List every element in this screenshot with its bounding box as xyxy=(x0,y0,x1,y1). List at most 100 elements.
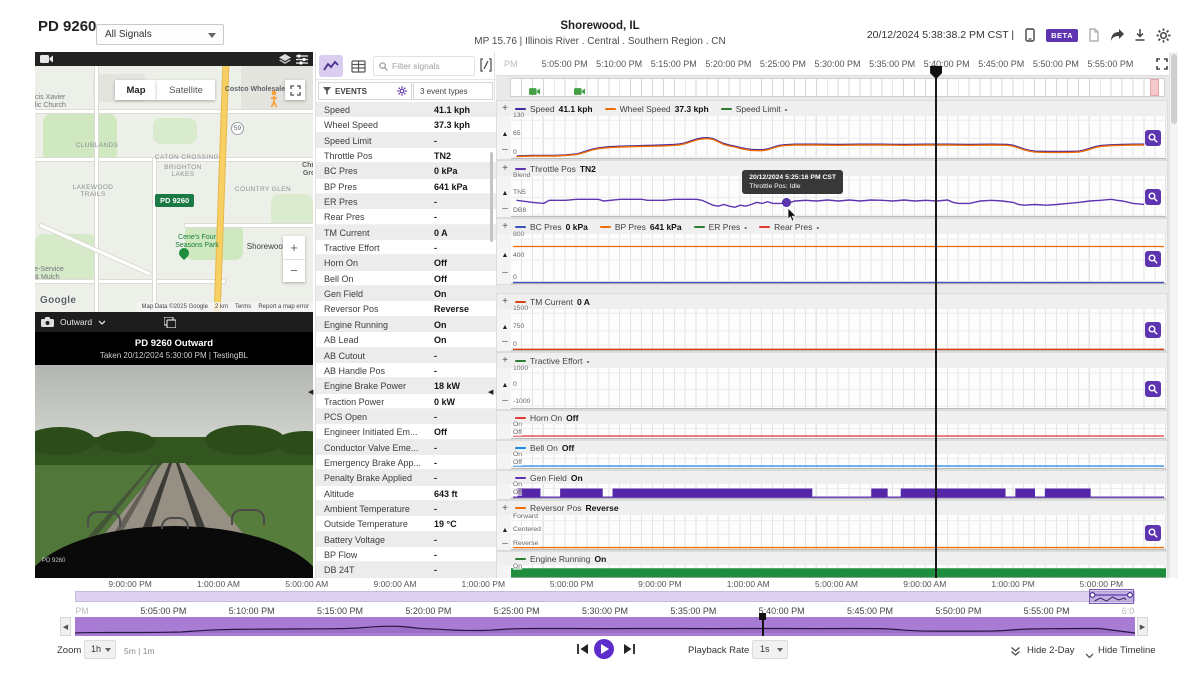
signal-row[interactable]: Battery Voltage - xyxy=(316,531,496,547)
google-map[interactable]: 59 Costco WholesaleFrancis XavierCatholi… xyxy=(35,66,313,312)
signal-row[interactable]: BP Flow - xyxy=(316,546,496,563)
tune-icon[interactable] xyxy=(296,54,308,65)
chart-pan-handle[interactable]: ▲ xyxy=(500,527,510,534)
chart-pan-handle[interactable]: ▲ xyxy=(500,382,510,389)
chart-plot-speed[interactable]: 130 65 0 xyxy=(511,112,1166,159)
chart-zoom-in-button[interactable]: + xyxy=(500,296,510,307)
camera-view-selector[interactable]: Outward xyxy=(60,317,92,327)
signal-row[interactable]: Altitude 643 ft xyxy=(316,485,496,501)
legend-item[interactable]: Wheel Speed 37.3 kph xyxy=(604,104,709,114)
timeline-scroll-left-button[interactable]: ◀ xyxy=(60,617,71,636)
sub-zoom-options[interactable]: 5m | 1m xyxy=(124,646,155,656)
signal-row[interactable]: BP Pres 641 kPa xyxy=(316,178,496,195)
chart-plot-pressures[interactable]: 800 400 0 xyxy=(511,231,1166,284)
chart-view-button[interactable] xyxy=(319,55,343,77)
charts-scrollbar[interactable] xyxy=(1169,52,1178,578)
signal-row[interactable]: Engine Running On xyxy=(316,316,496,333)
chart-zoom-in-button[interactable]: + xyxy=(500,503,510,514)
filter-signals-input[interactable]: Filter signals xyxy=(373,56,475,76)
chart-magnifier-button[interactable] xyxy=(1145,380,1161,397)
signal-row[interactable]: BC Pres 0 kPa xyxy=(316,163,496,179)
map-view-button[interactable]: Map xyxy=(115,80,157,100)
chart-pan-handle[interactable]: ▲ xyxy=(500,131,510,138)
signal-row[interactable]: Ambient Temperature - xyxy=(316,500,496,517)
signal-row[interactable]: Rear Pres - xyxy=(316,209,496,225)
table-view-button[interactable] xyxy=(346,55,370,77)
signal-row[interactable]: Throttle Pos TN2 xyxy=(316,148,496,164)
legend-item[interactable]: BP Pres 641 kPa xyxy=(599,222,682,232)
video-camera-icon[interactable] xyxy=(40,54,54,64)
playback-rate-select[interactable]: 1s xyxy=(752,640,788,659)
signal-row[interactable]: ER Pres - xyxy=(316,194,496,210)
chart-magnifier-button[interactable] xyxy=(1145,251,1161,267)
hide-timeline-button[interactable]: Hide Timeline xyxy=(1098,645,1156,656)
hide-2day-button[interactable]: Hide 2-Day xyxy=(1027,645,1075,656)
pegman-icon[interactable] xyxy=(269,90,279,113)
signal-row[interactable]: Horn On Off xyxy=(316,255,496,271)
legend-item[interactable]: Speed Limit - xyxy=(720,104,787,114)
signal-row[interactable]: Speed 41.1 kph xyxy=(316,102,496,118)
document-icon[interactable] xyxy=(1087,28,1101,42)
timeline-band[interactable] xyxy=(74,613,1136,636)
events-gear-icon[interactable] xyxy=(397,86,407,96)
chart-plot-tm-current[interactable]: 1500 750 0 xyxy=(511,305,1166,351)
camera-event-icon[interactable] xyxy=(528,83,540,101)
camera-event-icon[interactable] xyxy=(574,83,586,101)
map-terms-link[interactable]: Terms xyxy=(235,304,251,310)
events-filter-box[interactable]: EVENTS xyxy=(318,82,412,100)
chart-plot-reversor[interactable]: Forward Centered Reverse xyxy=(511,512,1166,550)
signal-row[interactable]: Traction Power 0 kW xyxy=(316,393,496,409)
zoom-out-button[interactable]: − xyxy=(283,260,305,283)
chart-zoom-in-button[interactable]: + xyxy=(500,221,510,232)
chart-magnifier-button[interactable] xyxy=(1145,322,1161,338)
signal-row[interactable]: Bell On Off xyxy=(316,270,496,287)
signal-row[interactable]: TM Current 0 A xyxy=(316,224,496,241)
legend-item[interactable]: Reversor Pos Reverse xyxy=(515,503,619,513)
train-position-marker[interactable]: PD 9260 xyxy=(155,194,195,207)
signal-row[interactable]: Conductor Valve Eme... - xyxy=(316,439,496,455)
legend-item[interactable]: Horn On Off xyxy=(515,413,578,423)
alert-event-cell[interactable] xyxy=(1149,79,1159,96)
chart-magnifier-button[interactable] xyxy=(1145,524,1161,541)
signal-row[interactable]: Outside Temperature 19 °C xyxy=(316,516,496,532)
chart-pan-handle[interactable]: ▲ xyxy=(500,252,510,259)
chart-zoom-in-button[interactable]: + xyxy=(500,103,510,114)
signal-row[interactable]: Tractive Effort - xyxy=(316,240,496,256)
chart-pan-handle[interactable]: ▲ xyxy=(500,190,510,197)
chart-pan-handle[interactable]: ▲ xyxy=(500,324,510,331)
share-icon[interactable] xyxy=(1110,28,1124,42)
chart-zoom-out-button[interactable]: – xyxy=(500,538,510,549)
signal-row[interactable]: Speed Limit - xyxy=(316,132,496,149)
chart-zoom-in-button[interactable]: + xyxy=(500,355,510,366)
settings-gear-icon[interactable] xyxy=(1156,28,1171,43)
chart-zoom-out-button[interactable]: – xyxy=(500,144,510,155)
collapse-left-panel-handle[interactable]: ◀ xyxy=(308,388,313,396)
signal-row[interactable]: Engineer Initiated Em... Off xyxy=(316,424,496,440)
play-button[interactable] xyxy=(594,639,614,659)
forward-camera-frame[interactable]: PD 9260 xyxy=(35,365,313,578)
chart-zoom-out-button[interactable]: – xyxy=(500,336,510,347)
signal-row[interactable]: Wheel Speed 37.3 kph xyxy=(316,117,496,133)
chart-plot-bell[interactable]: On Off xyxy=(511,450,1166,469)
legend-item[interactable]: Bell On Off xyxy=(515,443,574,453)
chart-plot-tractive-effort[interactable]: 1000 0 -1000 xyxy=(511,364,1166,409)
signal-row[interactable]: Emergency Brake App... - xyxy=(316,454,496,471)
legend-item[interactable]: BC Pres 0 kPa xyxy=(515,222,588,232)
signal-filter-select[interactable]: All Signals xyxy=(96,24,224,45)
signal-row[interactable]: Penalty Brake Applied - xyxy=(316,470,496,486)
chart-plot-horn[interactable]: On Off xyxy=(511,420,1166,439)
satellite-view-button[interactable]: Satellite xyxy=(157,80,215,100)
signal-row[interactable]: AB Cutout - xyxy=(316,347,496,363)
gallery-icon[interactable] xyxy=(164,316,177,328)
map-fullscreen-button[interactable] xyxy=(285,80,305,100)
legend-item[interactable]: ER Pres - xyxy=(693,222,747,232)
event-types-box[interactable]: 3 event types xyxy=(413,82,493,100)
download-icon[interactable] xyxy=(1133,28,1147,42)
zoom-level-select[interactable]: 1h xyxy=(84,640,116,659)
legend-item[interactable]: Speed 41.1 kph xyxy=(515,104,593,114)
chart-plot-gen-field[interactable]: On Off xyxy=(511,480,1166,499)
signal-row[interactable]: Gen Field On xyxy=(316,286,496,302)
video-event-strip[interactable] xyxy=(510,78,1165,97)
skip-back-button[interactable] xyxy=(576,642,590,661)
chart-plot-engine-running[interactable]: On xyxy=(511,562,1166,578)
